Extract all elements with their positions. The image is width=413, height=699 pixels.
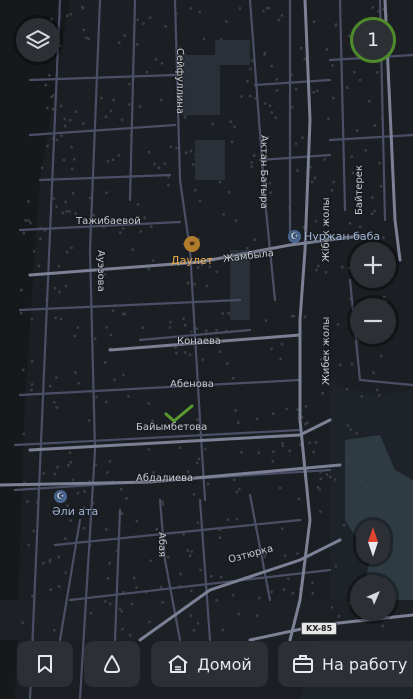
poi-label: Нуржан баба — [304, 230, 381, 243]
zoom-in-button[interactable] — [350, 242, 396, 288]
layers-button[interactable] — [16, 18, 60, 62]
street-label-aktan-batyra: Актан Батыра — [258, 135, 269, 209]
poi-mosque-ali-ata[interactable]: ☪ Әли ата — [52, 490, 98, 518]
home-icon — [168, 655, 188, 673]
home-button[interactable]: Домой — [151, 641, 268, 687]
street-label-tazhibaevoi: Тажибаевой — [76, 216, 141, 227]
street-label-seifullina: Сейфуллина — [174, 48, 185, 115]
street-label-abdalieva: Абдалиева — [136, 473, 194, 484]
street-label-abai: Абая — [156, 532, 167, 558]
bottom-bar: Домой На работу — [0, 636, 413, 699]
poi-mosque-nurzhan[interactable]: ☪ Нуржан баба — [288, 230, 380, 243]
street-label-zhibek-zholy-south: Жибек жолы — [321, 316, 332, 385]
poi-label: Даулет — [171, 254, 214, 267]
work-label: На работу — [322, 654, 408, 674]
mosque-icon: ☪ — [288, 230, 301, 243]
road-shield: KX-85 — [301, 622, 338, 635]
street-label-baiterek: Байтерек — [354, 164, 365, 215]
layers-icon — [26, 30, 50, 49]
work-button[interactable]: На работу — [278, 641, 413, 687]
navigation-arrow-icon — [366, 591, 380, 605]
mosque-icon: ☪ — [54, 490, 67, 503]
street-label-abenova: Абенова — [170, 379, 214, 390]
street-label-konaeva: Конаева — [177, 336, 222, 347]
street-label-auezova: Ауэзова — [95, 250, 106, 292]
briefcase-icon — [293, 655, 313, 673]
poi-label: Әли ата — [52, 505, 99, 518]
checkmark-icon — [164, 404, 194, 423]
zoom-out-button[interactable] — [350, 298, 396, 344]
poi-cafe-daulet[interactable]: ⚭ Даулет — [171, 236, 213, 267]
compass-button[interactable] — [356, 520, 390, 564]
home-label: Домой — [197, 654, 252, 674]
bookmarks-button[interactable] — [17, 641, 73, 687]
alice-button[interactable] — [84, 641, 140, 687]
counter-badge[interactable]: 1 — [350, 17, 396, 63]
alice-icon — [104, 655, 120, 673]
cafe-icon: ⚭ — [184, 236, 201, 252]
compass-icon — [368, 527, 378, 557]
minus-icon — [363, 319, 383, 323]
bookmark-icon — [38, 655, 52, 673]
plus-icon — [363, 255, 383, 275]
locate-button[interactable] — [350, 575, 396, 621]
